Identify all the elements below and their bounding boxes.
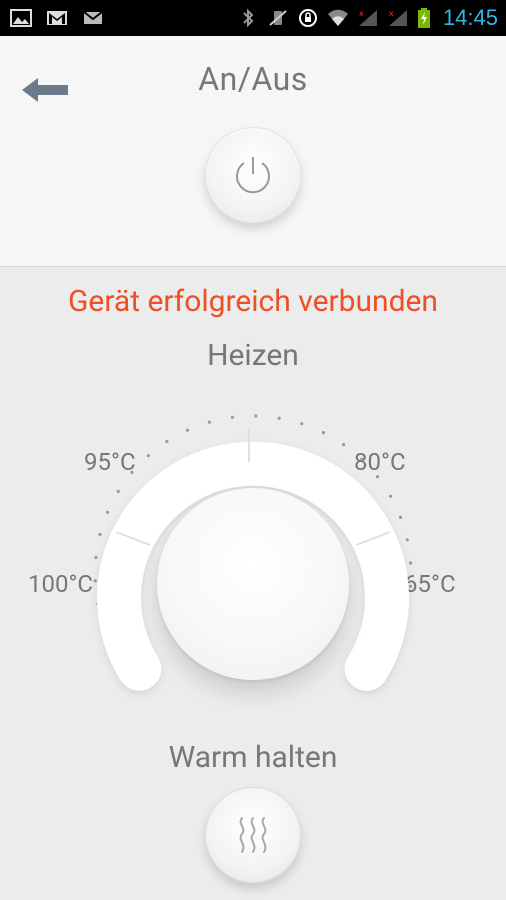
dial-tick: [398, 515, 403, 519]
dial-tick: [409, 561, 413, 565]
dial-tick: [254, 414, 258, 418]
dial-tick: [98, 532, 102, 536]
keep-warm-button[interactable]: [205, 787, 301, 883]
power-button[interactable]: [205, 127, 301, 223]
dial-tick: [230, 415, 234, 419]
clock: 14:45: [442, 5, 498, 30]
keep-warm-label: Warm halten: [168, 740, 338, 775]
dial-tick: [321, 431, 326, 435]
dial-tick: [130, 470, 134, 474]
dial-tick: [116, 489, 120, 493]
gallery-icon: [10, 9, 32, 27]
dial-tick: [360, 457, 364, 461]
power-icon: [236, 157, 270, 194]
dial-tick: [375, 475, 380, 479]
dial-tick: [146, 454, 150, 458]
dial-tick: [405, 538, 409, 542]
dial-tick: [207, 420, 211, 424]
signal-2-icon: x: [388, 9, 407, 26]
dial-tick: [94, 555, 98, 560]
dial-tick: [106, 510, 110, 514]
bluetooth-icon: [243, 8, 254, 28]
signal-1-icon: x: [358, 9, 377, 26]
header-panel: An/Aus: [0, 36, 506, 267]
dial-tick: [165, 439, 169, 444]
dial-tick: [388, 494, 393, 498]
dial-tick: [342, 443, 346, 447]
battery-charging-icon: [417, 8, 430, 28]
dial-tick: [408, 584, 413, 588]
svg-text:x: x: [359, 9, 364, 18]
dial-tick: [185, 428, 190, 432]
wifi-icon: [327, 9, 348, 26]
status-bar: x x 14:45: [0, 0, 506, 36]
rotation-lock-icon: [298, 9, 317, 27]
svg-text:x: x: [389, 9, 394, 18]
dial-tick: [93, 579, 97, 583]
email-icon: [83, 11, 103, 24]
dial-knob[interactable]: [157, 488, 349, 680]
vibrate-icon: [269, 10, 287, 26]
mode-label: Heizen: [207, 338, 299, 373]
steam-icon: [239, 817, 267, 853]
dial-tick: [277, 416, 281, 420]
page-title: An/Aus: [198, 60, 308, 98]
notification-icons: [10, 6, 104, 30]
gmail-icon: [47, 11, 67, 25]
connection-status: Gerät erfolgreich verbunden: [68, 284, 438, 319]
system-icons: x x 14:45: [237, 5, 498, 31]
dial-tick: [300, 422, 304, 426]
